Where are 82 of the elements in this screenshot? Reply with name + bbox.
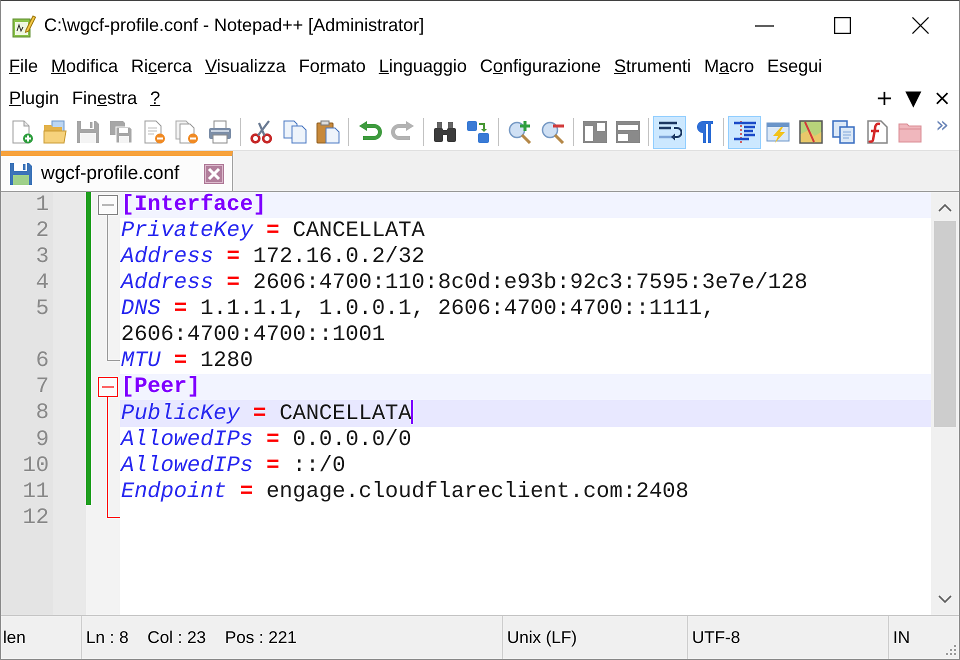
- line-number: 1: [34, 192, 50, 218]
- more-tools-button[interactable]: »: [932, 114, 953, 138]
- new-file-icon: [10, 120, 34, 144]
- status-text: IN: [888, 616, 945, 659]
- menu-item[interactable]: File: [2, 54, 44, 78]
- file-tab[interactable]: wgcf-profile.conf: [1, 151, 233, 191]
- minus-box-icon[interactable]: [98, 377, 118, 397]
- code-line: AllowedIPs = ::/0: [121, 453, 346, 478]
- resize-grip-icon: [945, 644, 957, 656]
- menu-item[interactable]: Modifica: [44, 54, 124, 78]
- zoom-out-icon: [540, 120, 564, 144]
- line-number: 7: [34, 374, 50, 400]
- menu-item[interactable]: Esegui: [760, 54, 828, 78]
- code-line: Address = 172.16.0.2/32: [121, 244, 425, 269]
- zoom-in-icon: [508, 120, 532, 144]
- text-cursor: [411, 400, 414, 424]
- documents-minus-icon: [174, 120, 198, 144]
- menu-item[interactable]: Configurazione: [472, 54, 608, 78]
- new-tab-button[interactable]: +: [870, 85, 900, 111]
- line-number: 11: [22, 479, 50, 505]
- code-line: DNS = 1.1.1.1, 1.0.0.1, 2606:4700:4700::1111, 2606:4700:4700::1001: [121, 296, 716, 347]
- code-line: [Interface]: [121, 192, 266, 217]
- chevron-up-icon[interactable]: [938, 204, 952, 212]
- window-title: C:\wgcf-profile.conf - Notepad++ [Administrator]: [44, 15, 424, 36]
- menu-item[interactable]: Plugin: [2, 86, 66, 110]
- lightning-window-icon: [766, 120, 790, 144]
- status-text: len: [2, 626, 27, 648]
- code-line: [Peer]: [121, 374, 200, 399]
- close-icon: [912, 17, 928, 34]
- scrollbar-thumb[interactable]: [934, 221, 956, 427]
- clipboard-icon: [316, 120, 340, 144]
- close-icon[interactable]: [204, 164, 224, 184]
- printer-icon: [208, 120, 232, 144]
- indent-guide-icon: [732, 120, 756, 144]
- function-document-icon: [864, 120, 888, 144]
- code-line: MTU = 1280: [121, 348, 254, 373]
- minus-box-icon[interactable]: [98, 195, 118, 215]
- scrollbar[interactable]: [931, 192, 959, 615]
- status-text: Ln : 8 Col : 23 Pos : 221: [81, 616, 502, 659]
- indent-guide-button[interactable]: [728, 116, 761, 148]
- menu-item[interactable]: Visualizza: [198, 54, 292, 78]
- line-number: 8: [34, 400, 50, 427]
- menu-item[interactable]: Strumenti: [607, 54, 698, 78]
- chevron-down-icon[interactable]: [938, 595, 952, 603]
- line-number: 4: [34, 270, 50, 296]
- code-line: PublicKey = CANCELLATA: [121, 401, 412, 426]
- maximize-icon: [834, 17, 850, 34]
- document-minus-icon: [142, 120, 166, 144]
- line-number: 9: [34, 427, 50, 453]
- folder-icon: [42, 120, 66, 144]
- line-number: 6: [34, 348, 50, 374]
- menu-item[interactable]: Formato: [292, 54, 372, 78]
- map-icon: [798, 120, 822, 144]
- code-line: AllowedIPs = 0.0.0.0/0: [121, 427, 412, 452]
- line-number: 12: [22, 505, 50, 531]
- tab-list-button[interactable]: ▼: [899, 85, 928, 111]
- floppy-disks-icon: [108, 120, 132, 144]
- stacked-windows-icon: [832, 120, 856, 144]
- menu-item[interactable]: Macro: [697, 54, 760, 78]
- vertical-panes-icon: [582, 120, 606, 144]
- copy-icon: [282, 120, 306, 144]
- close-document-button[interactable]: ×: [927, 85, 957, 111]
- notepad-icon: [12, 14, 36, 38]
- menu-item[interactable]: Ricerca: [124, 54, 198, 78]
- code-line: Endpoint = engage.cloudflareclient.com:2408: [121, 479, 689, 504]
- word-wrap-button[interactable]: [653, 116, 686, 148]
- line-number: 3: [34, 244, 50, 270]
- scissors-icon: [250, 120, 274, 144]
- menu-item[interactable]: Finestra: [65, 86, 144, 110]
- line-number: 2: [34, 218, 50, 244]
- line-number: 5: [34, 296, 50, 323]
- line-number: 10: [22, 453, 50, 479]
- status-text: UTF-8: [687, 616, 888, 659]
- replace-icon: [466, 120, 490, 144]
- binoculars-icon: [432, 120, 456, 144]
- status-text: Unix (LF): [502, 616, 687, 659]
- code-line: PrivateKey = CANCELLATA: [121, 218, 425, 243]
- menu-item[interactable]: Linguaggio: [372, 54, 473, 78]
- horizontal-panes-icon: [616, 120, 640, 144]
- code-line: Address = 2606:4700:110:8c0d:e93b:92c3:7595:3e7e/128: [121, 270, 808, 295]
- menu-item[interactable]: ?: [143, 86, 166, 110]
- minimize-icon: [754, 24, 774, 26]
